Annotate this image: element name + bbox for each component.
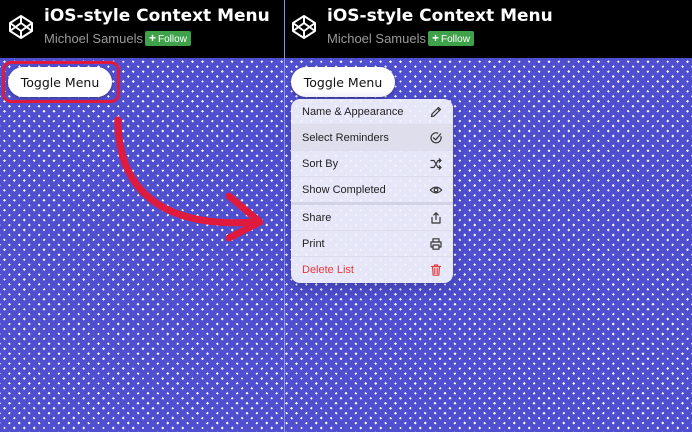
annotation-arrow-icon xyxy=(114,116,264,242)
